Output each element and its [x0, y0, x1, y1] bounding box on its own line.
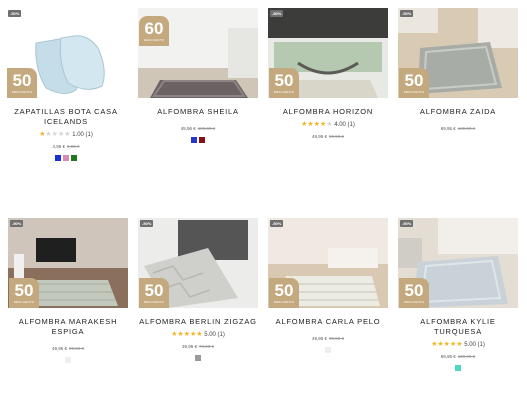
product-title[interactable]: ALFOMBRA BERLIN ZIGZAG: [138, 317, 258, 327]
product-rating: ★★★★★ 5.00 (1): [171, 331, 225, 338]
color-swatch[interactable]: [195, 355, 201, 361]
product-title[interactable]: ALFOMBRA KYLIE TURQUESA: [398, 317, 518, 337]
product-image[interactable]: 60 DESCUENTO: [138, 8, 258, 98]
product-rating: ★★★★★ 1.00 (1): [39, 131, 93, 138]
star-icon: ★: [326, 121, 333, 128]
discount-tag: -50%: [8, 10, 22, 17]
promo-badge: 50 DESCUENTO: [269, 68, 299, 98]
discount-tag: -50%: [400, 220, 414, 227]
product-price: 45,96 €109,90 €: [180, 126, 216, 131]
product-image[interactable]: -50% 50 DESCUENTO: [398, 8, 518, 98]
color-swatches: [8, 357, 128, 364]
product-card[interactable]: 60 DESCUENTO ALFOMBRA SHEILA 45,96 €109,…: [138, 8, 258, 144]
product-card[interactable]: -50% 50 DESCUENTO ALFOMBRA BERLIN ZIGZAG…: [138, 218, 258, 362]
color-swatches: [398, 365, 518, 372]
product-price: 69,95 €139,90 €: [440, 354, 476, 359]
product-title[interactable]: ALFOMBRA MARAKESH ESPIGA: [8, 317, 128, 337]
color-swatch[interactable]: [65, 357, 71, 363]
color-swatches: [268, 347, 388, 354]
product-rating: ★★★★★ 5.00 (1): [431, 341, 485, 348]
promo-badge: 50 DESCUENTO: [7, 68, 37, 98]
product-title[interactable]: ALFOMBRA HORIZON: [268, 107, 388, 117]
star-icon: ★: [196, 331, 203, 338]
color-swatch[interactable]: [55, 155, 61, 161]
star-icon: ★: [456, 341, 463, 348]
star-icon: ★: [64, 131, 71, 138]
promo-badge: 60 DESCUENTO: [139, 16, 169, 46]
color-swatches: [138, 355, 258, 362]
promo-badge: 50 DESCUENTO: [399, 278, 429, 308]
product-price: 49,95 €99,90 €: [51, 346, 85, 351]
product-card[interactable]: -50% 50 DESCUENTO ZAPATILLAS BOTA CASA IC…: [6, 8, 126, 162]
discount-tag: -50%: [270, 220, 284, 227]
product-image[interactable]: -50% 50 DESCUENTO: [398, 218, 518, 308]
color-swatch[interactable]: [63, 155, 69, 161]
product-price: 39,95 €79,90 €: [181, 344, 215, 349]
product-image[interactable]: -50% 50 DESCUENTO: [8, 218, 128, 308]
color-swatch[interactable]: [71, 155, 77, 161]
product-price: 49,95 €99,90 €: [311, 336, 345, 341]
product-card[interactable]: -50% 50 DESCUENTO ALFOMBRA HORIZON ★★★★★…: [268, 8, 388, 140]
product-title[interactable]: ZAPATILLAS BOTA CASA ICELANDS: [6, 107, 126, 127]
product-card[interactable]: -50% 50 DESCUENTO ALFOMBRA MARAKESH ESPI…: [8, 218, 128, 364]
product-card[interactable]: -50% 50 DESCUENTO ALFOMBRA CARLA PELO 49…: [268, 218, 388, 354]
color-swatch[interactable]: [455, 365, 461, 371]
discount-tag: -50%: [10, 220, 24, 227]
product-price: 49,95 €99,90 €: [311, 134, 345, 139]
product-price: 4,95 €9,90 €: [52, 144, 80, 149]
promo-badge: 50 DESCUENTO: [269, 278, 299, 308]
product-title[interactable]: ALFOMBRA ZAIDA: [398, 107, 518, 117]
product-title[interactable]: ALFOMBRA SHEILA: [138, 107, 258, 117]
color-swatch[interactable]: [325, 347, 331, 353]
color-swatch[interactable]: [199, 137, 205, 143]
product-price: 69,95 €139,90 €: [440, 126, 476, 131]
product-card[interactable]: -50% 50 DESCUENTO ALFOMBRA ZAIDA 69,95 €…: [398, 8, 518, 132]
product-image[interactable]: -50% 50 DESCUENTO: [6, 8, 126, 98]
product-image[interactable]: -50% 50 DESCUENTO: [138, 218, 258, 308]
color-swatches: [138, 137, 258, 144]
color-swatches: [6, 155, 126, 162]
discount-tag: -50%: [400, 10, 414, 17]
promo-badge: 50 DESCUENTO: [399, 68, 429, 98]
discount-tag: -50%: [270, 10, 284, 17]
promo-badge: 50 DESCUENTO: [9, 278, 39, 308]
product-card[interactable]: -50% 50 DESCUENTO ALFOMBRA KYLIE TURQUES…: [398, 218, 518, 372]
product-rating: ★★★★★ 4.00 (1): [301, 121, 355, 128]
color-swatch[interactable]: [191, 137, 197, 143]
promo-badge: 50 DESCUENTO: [139, 278, 169, 308]
discount-tag: -50%: [140, 220, 154, 227]
product-image[interactable]: -50% 50 DESCUENTO: [268, 218, 388, 308]
product-title[interactable]: ALFOMBRA CARLA PELO: [268, 317, 388, 327]
product-image[interactable]: -50% 50 DESCUENTO: [268, 8, 388, 98]
